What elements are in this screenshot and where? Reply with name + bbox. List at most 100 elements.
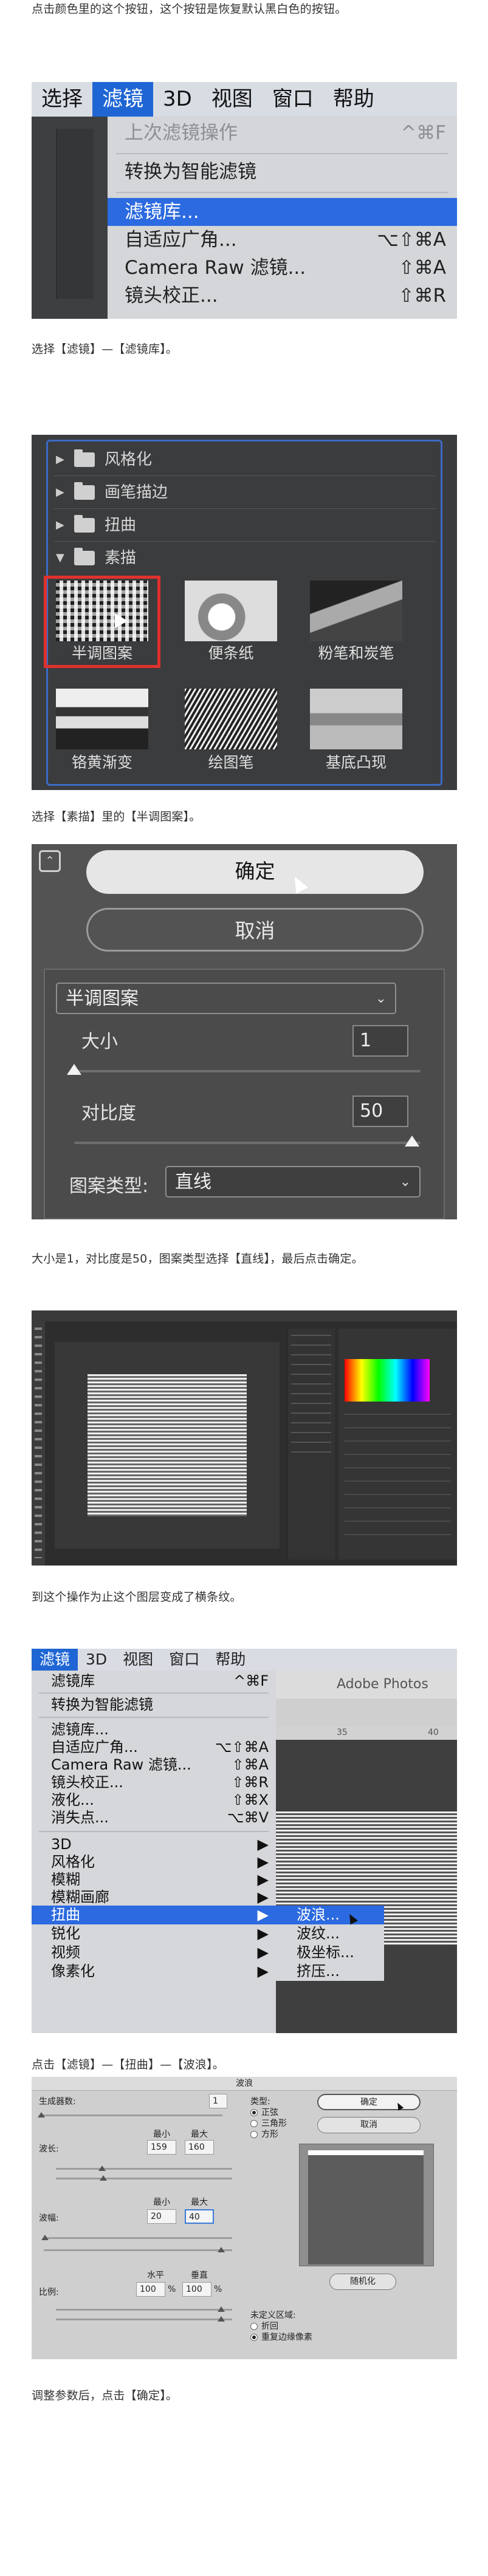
size-slider-track[interactable] [74, 1070, 421, 1072]
label-chalk-charcoal: 粉笔和炭笔 [318, 644, 394, 662]
generators-slider[interactable] [40, 2114, 222, 2116]
scale-h-knob[interactable] [218, 2306, 225, 2312]
contrast-input[interactable]: 50 [352, 1095, 408, 1127]
contrast-slider-knob[interactable] [405, 1136, 419, 1147]
menu-filter[interactable]: 滤镜 [92, 82, 153, 117]
folder-distort[interactable]: ▶ 扭曲 [56, 510, 136, 540]
menu-view[interactable]: 视图 [202, 82, 263, 117]
menu-item-lens-correction[interactable]: 镜头校正... ⇧⌘R [108, 282, 457, 310]
folder-sketch[interactable]: ▼ 素描 [56, 543, 136, 573]
type-sine[interactable]: 正弦 [250, 2106, 278, 2118]
randomize-button[interactable]: 随机化 [329, 2274, 396, 2290]
folder-icon [74, 482, 95, 500]
amplitude-max-knob[interactable] [218, 2247, 225, 2252]
scale-h-slider[interactable] [56, 2309, 232, 2311]
menu-item-3d[interactable]: 3D ▶ [32, 1835, 276, 1854]
menu-window[interactable]: 窗口 [263, 82, 323, 117]
amplitude-min-input[interactable]: 20 [147, 2209, 176, 2224]
menu-help[interactable]: 帮助 [323, 82, 384, 117]
amplitude-max-input[interactable]: 40 [185, 2209, 214, 2224]
menu-item-stylize[interactable]: 风格化 ▶ [32, 1853, 276, 1872]
wavelength-max-knob[interactable] [100, 2175, 107, 2181]
wavelength-max-slider[interactable] [56, 2178, 232, 2179]
amplitude-max-slider[interactable] [44, 2249, 232, 2251]
generators-knob[interactable] [38, 2112, 45, 2118]
menu-item-filter-gallery[interactable]: 滤镜库... [32, 1720, 276, 1739]
size-slider-knob[interactable] [67, 1064, 81, 1075]
menu-item-last-filter[interactable]: 上次滤镜操作 ^⌘F [108, 119, 457, 147]
wavelength-min-input[interactable]: 159 [147, 2140, 176, 2155]
scale-v-input[interactable]: 100 [182, 2282, 211, 2297]
scale-v-knob[interactable] [218, 2316, 225, 2322]
menu-item-adaptive-wide[interactable]: 自适应广角... ⌥⇧⌘A [32, 1738, 276, 1757]
scale-v-percent: % [214, 2285, 222, 2294]
thumb-chalk-charcoal[interactable] [310, 581, 402, 641]
wavelength-min-knob[interactable] [98, 2165, 106, 2171]
amplitude-min-slider[interactable] [44, 2237, 232, 2239]
color-spectrum[interactable] [345, 1359, 430, 1402]
wrap-around-option[interactable]: 折回 [250, 2320, 278, 2332]
menu-item-blur-gallery[interactable]: 模糊画廊 ▶ [32, 1888, 276, 1907]
submenu-item-wave[interactable]: 波浪... [276, 1906, 384, 1924]
wavelength-max-input[interactable]: 160 [185, 2140, 214, 2155]
thumb-halftone[interactable] [56, 581, 148, 641]
toolbar [32, 1321, 45, 1566]
menu-item-pixelate[interactable]: 像素化 ▶ [32, 1962, 276, 1981]
size-input[interactable]: 1 [352, 1025, 408, 1057]
type-square[interactable]: 方形 [250, 2128, 278, 2140]
filter-select[interactable]: 半调图案 ⌄ [56, 983, 396, 1014]
cancel-button[interactable]: 取消 [86, 908, 424, 952]
thumb-graphic-pen[interactable] [185, 689, 277, 749]
menu-window[interactable]: 窗口 [161, 1649, 207, 1671]
menu-item-convert-smart[interactable]: 转换为智能滤镜 [108, 158, 457, 186]
thumb-chrome[interactable] [56, 689, 148, 749]
menu-item-blur[interactable]: 模糊 ▶ [32, 1870, 276, 1889]
type-triangle[interactable]: 三角形 [250, 2117, 287, 2129]
menu-filter[interactable]: 滤镜 [32, 1649, 78, 1671]
menubar: 滤镜 3D 视图 窗口 帮助 [32, 1649, 457, 1671]
wavelength-min-slider[interactable] [56, 2168, 232, 2170]
label-halftone: 半调图案 [71, 644, 132, 662]
cancel-button[interactable]: 取消 [317, 2117, 421, 2133]
radio-icon [250, 2334, 258, 2341]
menu-item-vanishing-point[interactable]: 消失点... ⌥⌘V [32, 1808, 276, 1827]
folder-brush-strokes[interactable]: ▶ 画笔描边 [56, 477, 168, 508]
menu-select[interactable]: 选择 [32, 82, 92, 117]
menu-item-camera-raw[interactable]: Camera Raw 滤镜... ⇧⌘A [32, 1756, 276, 1774]
filter-dropdown: 上次滤镜操作 ^⌘F 转换为智能滤镜 滤镜库... 自适应广角... ⌥⇧⌘A Ca… [108, 117, 457, 319]
menu-3d[interactable]: 3D [153, 82, 202, 117]
menu-item-lens-correction[interactable]: 镜头校正... ⇧⌘R [32, 1773, 276, 1792]
menu-item-video[interactable]: 视频 ▶ [32, 1943, 276, 1962]
contrast-slider-track[interactable] [74, 1142, 421, 1144]
collapse-icon[interactable]: ⌃ [39, 850, 61, 872]
menu-item-sharpen[interactable]: 锐化 ▶ [32, 1924, 276, 1943]
generators-input[interactable]: 1 [209, 2094, 227, 2108]
caption-4: 到这个操作为止这个图层变成了横条纹。 [32, 1590, 242, 1604]
menu-item-filter-gallery[interactable]: 滤镜库... [108, 198, 457, 226]
menu-item-adaptive-wide[interactable]: 自适应广角... ⌥⇧⌘A [108, 226, 457, 254]
scale-h-input[interactable]: 100 [136, 2282, 165, 2297]
menu-item-liquify[interactable]: 液化... ⇧⌘X [32, 1791, 276, 1810]
pattern-type-select[interactable]: 直线 ⌄ [165, 1166, 421, 1198]
folder-stylize[interactable]: ▶ 风格化 [56, 445, 152, 475]
submenu-item-ripple[interactable]: 波纹... [276, 1924, 384, 1943]
repeat-edge-option[interactable]: 重复边缘像素 [250, 2331, 312, 2343]
menu-item-last-filter[interactable]: 滤镜库 ^⌘F [32, 1672, 276, 1691]
menu-item-distort[interactable]: 扭曲 ▶ [32, 1906, 276, 1924]
menu-item-convert-smart[interactable]: 转换为智能滤镜 [32, 1695, 276, 1714]
ok-button[interactable]: 确定 [86, 850, 424, 894]
ok-button[interactable]: 确定 [317, 2094, 421, 2110]
amplitude-min-knob[interactable] [41, 2235, 49, 2240]
submenu-item-polar[interactable]: 极坐标... [276, 1943, 384, 1962]
menu-help[interactable]: 帮助 [207, 1649, 253, 1671]
menu-3d[interactable]: 3D [78, 1649, 115, 1671]
ruler: 35 40 [276, 1726, 457, 1740]
label-bas-relief: 基底凸现 [325, 754, 387, 771]
scale-v-slider[interactable] [56, 2319, 232, 2320]
radio-icon [250, 2109, 258, 2116]
thumb-note-paper[interactable] [185, 581, 277, 641]
menu-item-camera-raw[interactable]: Camera Raw 滤镜... ⇧⌘A [108, 254, 457, 282]
submenu-item-pinch[interactable]: 挤压... [276, 1962, 384, 1981]
thumb-bas-relief[interactable] [310, 689, 402, 749]
menu-view[interactable]: 视图 [115, 1649, 161, 1671]
